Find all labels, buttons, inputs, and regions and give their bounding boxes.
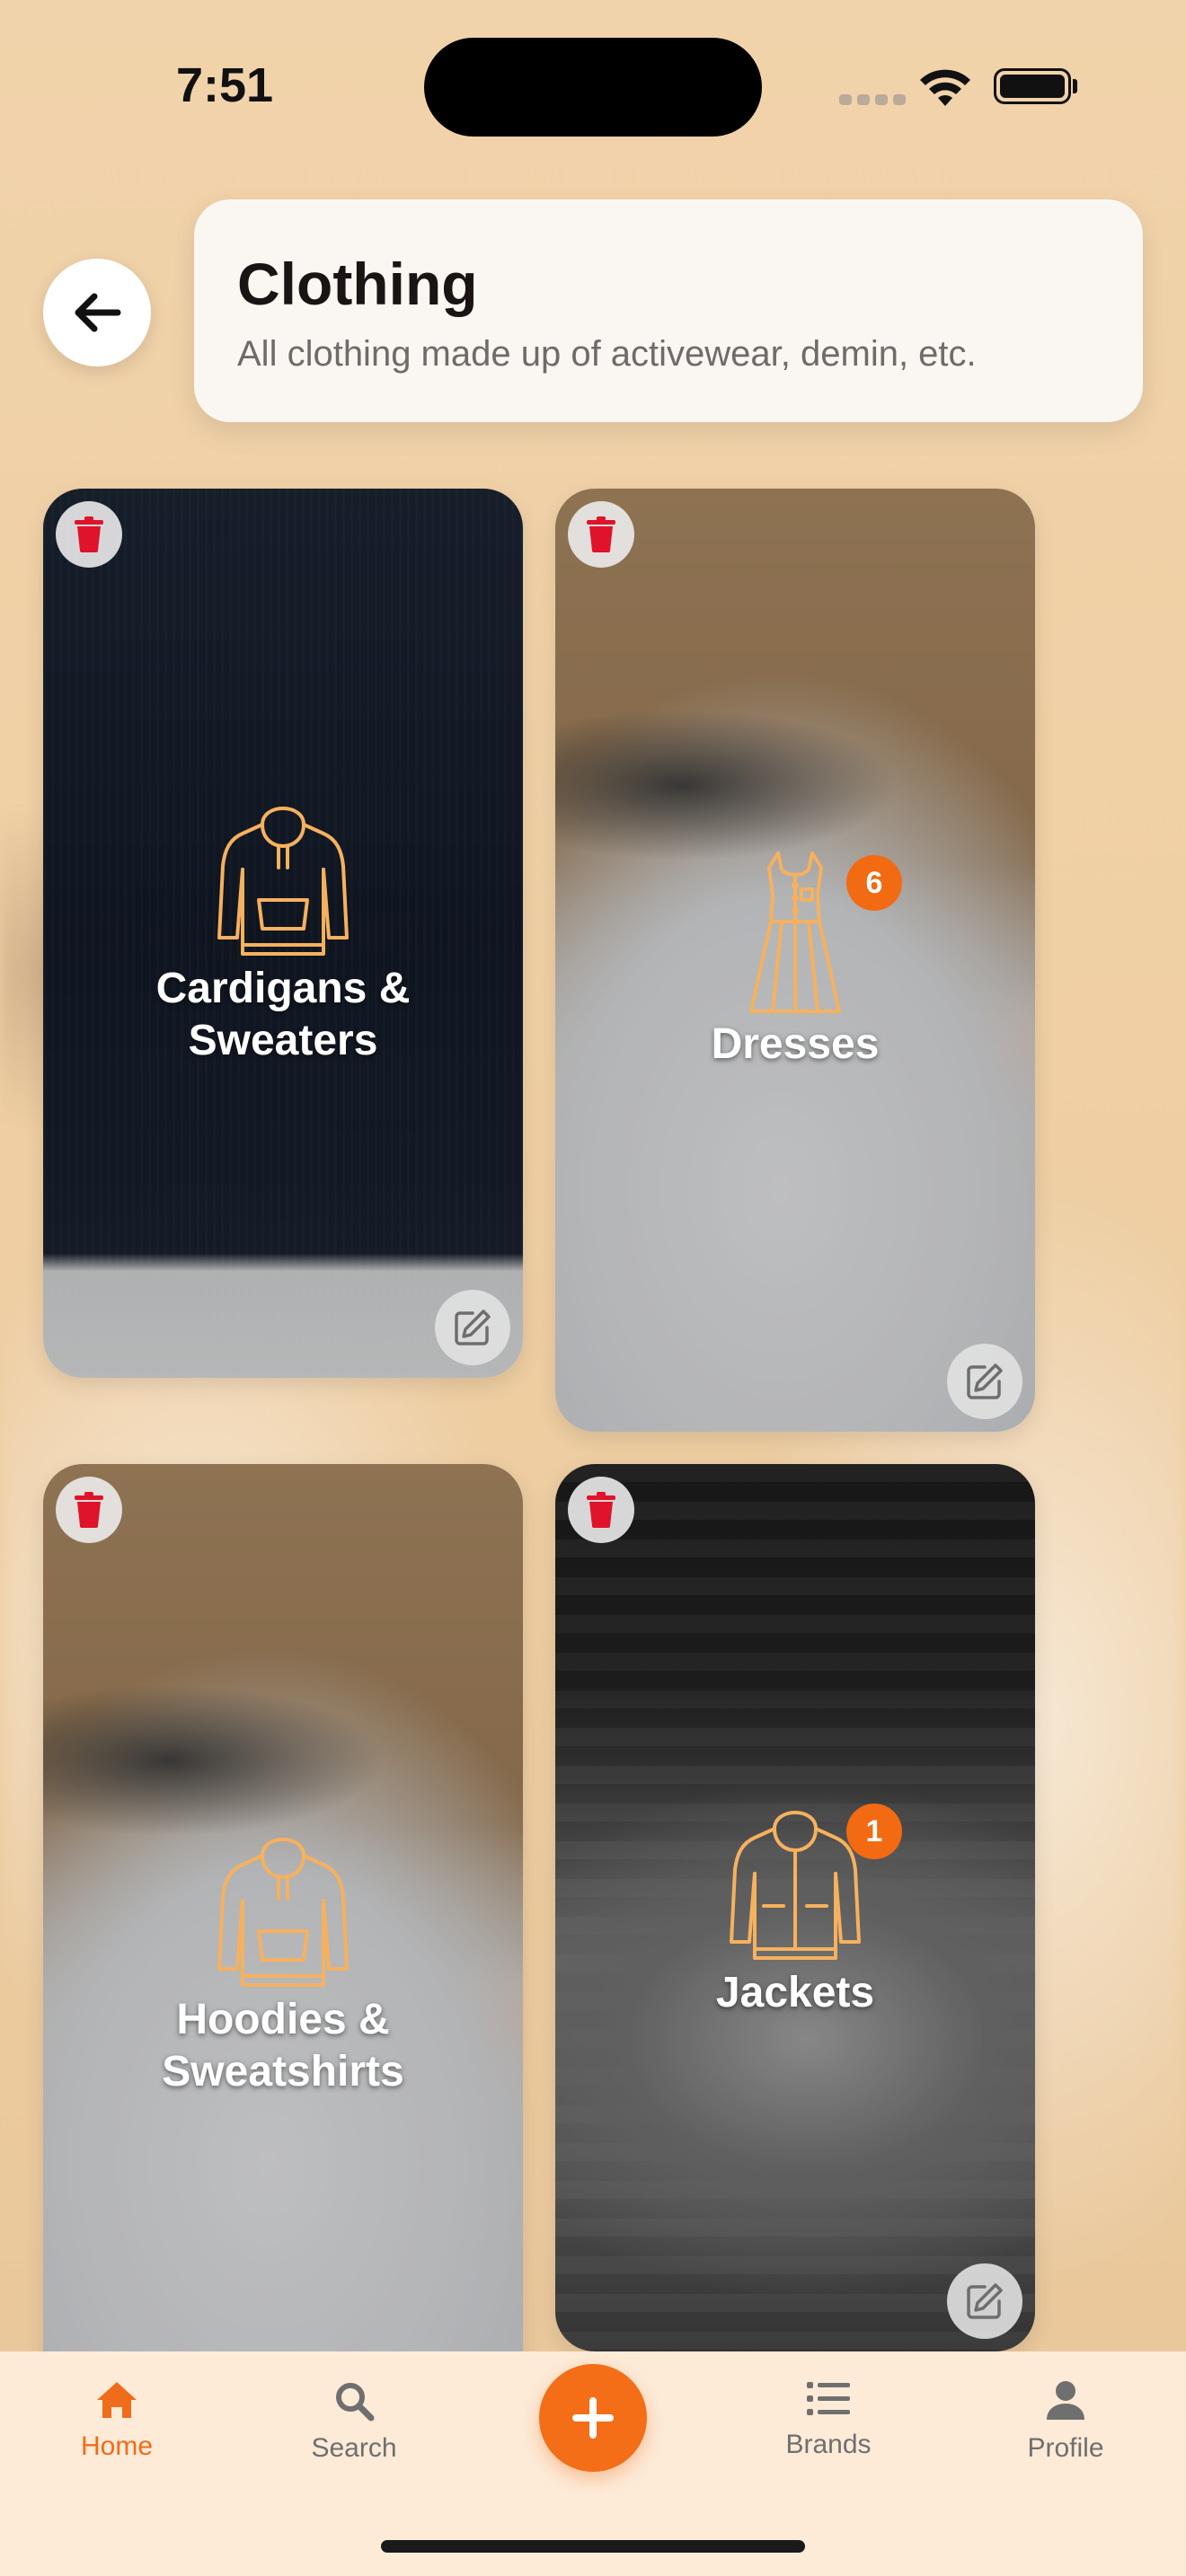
- jacket-icon: [730, 1811, 861, 1960]
- add-button[interactable]: [539, 2364, 647, 2472]
- edit-icon: [967, 2283, 1003, 2319]
- tab-brands-label: Brands: [785, 2430, 872, 2459]
- category-card-cardigans[interactable]: Cardigans & Sweaters: [43, 489, 523, 1378]
- battery-tip: [1073, 79, 1077, 93]
- category-label: Jackets: [715, 1969, 875, 2016]
- edit-button[interactable]: [947, 1344, 1022, 1419]
- tab-profile-label: Profile: [1027, 2433, 1104, 2463]
- trash-icon: [75, 1492, 103, 1528]
- count-badge: 1: [846, 1804, 902, 1859]
- category-label: Cardigans & Sweaters: [155, 965, 411, 1064]
- status-time: 7:51: [176, 58, 274, 112]
- category-card-dresses[interactable]: 6 Dresses: [555, 489, 1035, 1432]
- delete-button[interactable]: [568, 1477, 634, 1543]
- edit-button[interactable]: [947, 2263, 1022, 2339]
- list-icon: [807, 2382, 850, 2415]
- home-indicator: [381, 2540, 805, 2553]
- tab-profile[interactable]: Profile: [985, 2380, 1146, 2464]
- trash-icon: [587, 1492, 615, 1528]
- page-title: Clothing: [237, 251, 478, 317]
- page-subtitle: All clothing made up of activewear, demi…: [237, 334, 977, 374]
- tab-home-label: Home: [80, 2431, 154, 2461]
- tab-search-label: Search: [311, 2433, 397, 2463]
- home-icon: [97, 2382, 137, 2418]
- edit-button[interactable]: [435, 1290, 510, 1365]
- search-icon: [336, 2383, 375, 2422]
- trash-icon: [75, 516, 103, 552]
- person-icon: [1047, 2381, 1084, 2420]
- back-button[interactable]: [43, 259, 151, 366]
- category-label: Dresses: [711, 1020, 880, 1068]
- battery-icon: [994, 68, 1071, 104]
- wifi-icon: [920, 69, 970, 106]
- delete-button[interactable]: [56, 501, 122, 568]
- hoodie-icon: [217, 807, 349, 956]
- dress-icon: [749, 851, 841, 1013]
- signal-icon: [839, 94, 906, 105]
- plus-icon: [572, 2397, 614, 2439]
- header-card: Clothing All clothing made up of activew…: [194, 199, 1143, 422]
- tab-search[interactable]: Search: [273, 2380, 435, 2464]
- category-label: Hoodies & Sweatshirts: [162, 1996, 404, 2095]
- trash-icon: [587, 516, 615, 552]
- category-card-hoodies[interactable]: Hoodies & Sweatshirts: [43, 1464, 523, 2371]
- delete-button[interactable]: [56, 1477, 122, 1543]
- edit-icon: [967, 1363, 1003, 1399]
- arrow-left-icon: [75, 293, 121, 332]
- tab-brands[interactable]: Brands: [748, 2380, 909, 2460]
- count-badge: 6: [846, 855, 902, 911]
- hoodie-icon: [217, 1838, 349, 1987]
- edit-icon: [455, 1310, 491, 1345]
- dynamic-island: [424, 38, 762, 137]
- category-card-jackets[interactable]: 1 Jackets: [555, 1464, 1035, 2351]
- delete-button[interactable]: [568, 501, 634, 568]
- tab-home[interactable]: Home: [36, 2380, 198, 2462]
